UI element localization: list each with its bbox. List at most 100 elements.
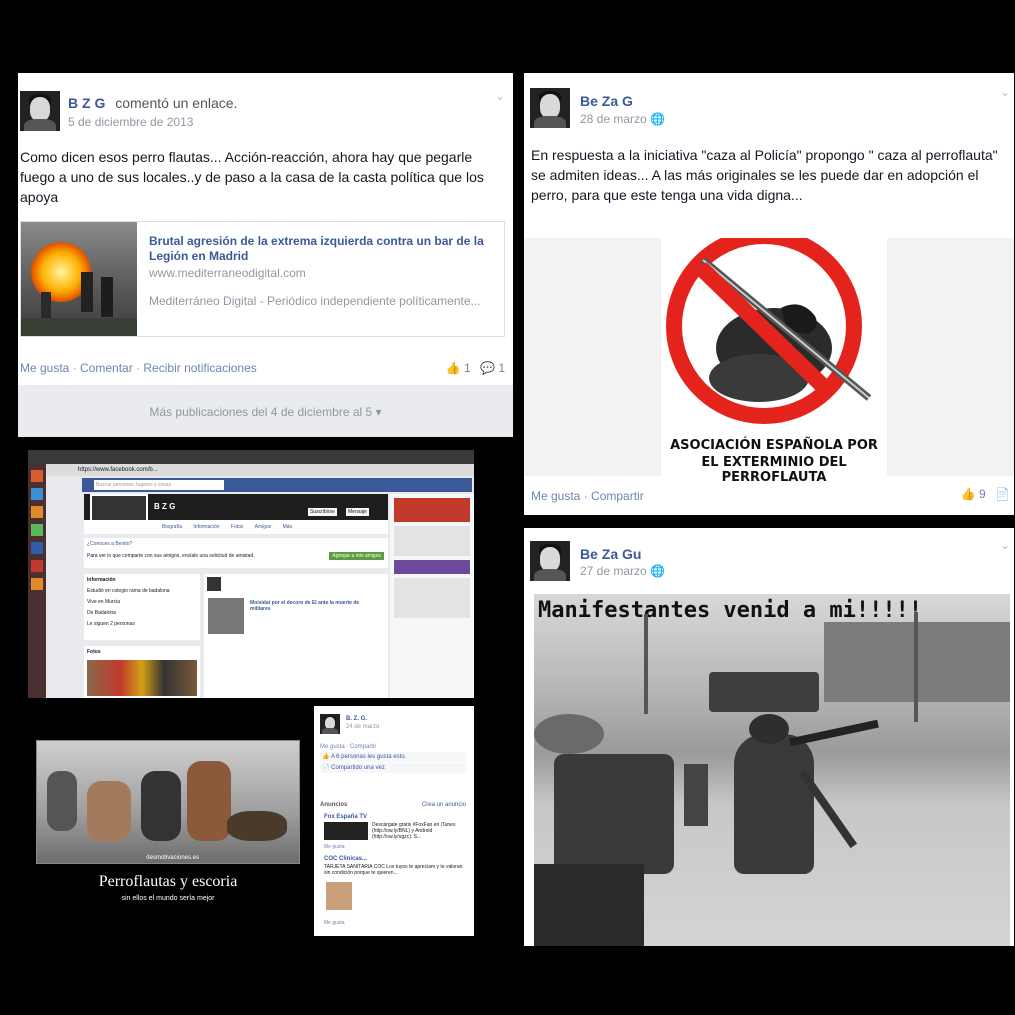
post-actions: Me gusta · Comentar · Recibir notificaci… [20, 361, 257, 375]
photos-box: Fotos [84, 646, 200, 698]
post-counts: 👍 9 📄 [961, 487, 1010, 501]
share-button[interactable]: Compartir [591, 489, 644, 503]
launcher-sidebar [28, 464, 46, 698]
browser-url-bar: https://www.facebook.com/b... [28, 464, 474, 476]
tab-biografia[interactable]: Biografía [162, 524, 182, 530]
shares-text: Compartido una vez [331, 765, 385, 771]
post-manifestantes: Be Za Gu 27 de marzo 🌐 ⌄ Manifestantes v… [524, 528, 1014, 946]
post-date[interactable]: 5 de diciembre de 2013 [68, 115, 193, 129]
author-name[interactable]: B. Z. G. [346, 716, 367, 722]
search-input[interactable]: Buscar personas, lugares y cosas [94, 480, 224, 490]
profile-name[interactable]: B Z G [154, 502, 175, 511]
profile-picture[interactable] [90, 494, 148, 522]
meme-subtitle: sin ellos el mundo sería mejor [121, 895, 215, 902]
photos-title: Fotos [87, 649, 101, 655]
tab-informacion[interactable]: Información [193, 524, 219, 530]
info-box: Información Estudió en colegio rama de b… [84, 574, 200, 640]
subscribe-button[interactable]: Suscribirse [308, 508, 337, 516]
likes-row[interactable]: 👍 A 6 personas les gusta esto. [320, 752, 466, 762]
ads-header: Anuncios Crea un anuncio [320, 802, 466, 808]
tab-mas[interactable]: Más [283, 524, 292, 530]
chevron-down-icon[interactable]: ⌄ [495, 89, 505, 103]
more-posts-bar[interactable]: Más publicaciones del 4 de diciembre al … [18, 385, 513, 437]
post-action: comentó un enlace. [115, 95, 238, 111]
like-button[interactable]: Me gusta [324, 920, 345, 926]
post-image[interactable]: Manifestantes venid a mi!!!!! [534, 594, 1010, 946]
post-counts: 👍 1 💬 1 [446, 361, 505, 375]
info-item: Estudió en colegio rama de badalona [87, 588, 170, 594]
profile-screenshot: https://www.facebook.com/b... Buscar per… [28, 450, 474, 698]
meme-watermark: desmotivaciones.es [146, 855, 199, 861]
post-date[interactable]: 24 de marzo [346, 724, 379, 730]
avatar[interactable] [20, 91, 60, 131]
ad-title[interactable]: COC Clinicas... [324, 856, 367, 862]
profile-tabs: Biografía Información Fotos Amigos Más [84, 520, 388, 534]
message-button[interactable]: Mensaje [346, 508, 369, 516]
tab-amigos[interactable]: Amigos [255, 524, 272, 530]
like-count[interactable]: 1 [464, 361, 471, 375]
likes-text: A 6 personas les gusta esto. [330, 754, 407, 760]
comment-button[interactable]: Comentar [80, 361, 133, 375]
post-actions[interactable]: Me gusta · Compartir [320, 744, 376, 750]
comment-icon: 💬 [480, 361, 495, 375]
like-button[interactable]: Me gusta [20, 361, 69, 375]
know-box: ¿Conoces a Benito? Para ver lo que compa… [84, 538, 388, 568]
post-date[interactable]: 28 de marzo [580, 112, 647, 126]
thumbs-up-icon: 👍 [322, 754, 330, 760]
like-button[interactable]: Me gusta [531, 489, 580, 503]
image-caption-1: ASOCIACIÓN ESPAÑOLA POR [670, 438, 878, 453]
post-meta: 28 de marzo 🌐 [580, 112, 665, 126]
tab-fotos[interactable]: Fotos [231, 524, 244, 530]
info-item: De Badalona [87, 610, 116, 616]
fb-top-bar: Buscar personas, lugares y cosas [82, 478, 472, 492]
author-name[interactable]: Be Za Gu [580, 546, 641, 562]
ad-title[interactable]: Fox España TV [324, 814, 367, 820]
avatar[interactable] [320, 714, 340, 734]
post-text: En respuesta a la iniciativa "caza al Po… [531, 147, 998, 203]
like-count[interactable]: 9 [979, 487, 986, 501]
author-name[interactable]: Be Za G [580, 93, 633, 109]
add-friend-button[interactable]: Agregar a mis amigos [329, 552, 384, 560]
thumbs-up-icon: 👍 [445, 361, 461, 375]
chevron-down-icon[interactable]: ⌄ [1000, 85, 1010, 99]
browser-tabs [28, 450, 474, 464]
thumbs-up-icon: 👍 [960, 487, 976, 501]
ad-text: TARJETA SANITARIA COC Los tuyos te aprec… [324, 864, 463, 876]
like-button[interactable]: Me gusta [324, 844, 345, 850]
share-screenshot: B. Z. G. 24 de marzo Me gusta · Comparti… [314, 706, 474, 936]
ad-image[interactable] [324, 822, 368, 840]
share-icon: 📄 [322, 765, 330, 771]
link-thumbnail [21, 222, 137, 336]
post-date[interactable]: 27 de marzo [580, 564, 647, 578]
chevron-down-icon[interactable]: ⌄ [1000, 538, 1010, 552]
ad-text: Descárgate gratis #FoxFan en iTunes (htt… [372, 822, 456, 840]
ad-image[interactable] [326, 882, 352, 910]
avatar[interactable] [530, 541, 570, 581]
timeline-post: Moisidat por el decoro de EI ante la mue… [204, 574, 388, 698]
author-name[interactable]: B Z G [68, 95, 105, 111]
post-image[interactable]: ASOCIACIÓN ESPAÑOLA POR EL EXTERMINIO DE… [524, 238, 1014, 485]
create-ad-link[interactable]: Crea un anuncio [422, 802, 466, 808]
more-posts-label: Más publicaciones del 4 de diciembre al … [149, 405, 373, 419]
link-title[interactable]: Brutal agresión de la extrema izquierda … [149, 234, 494, 264]
post-headline[interactable]: Moisidat por el decoro de EI ante la mue… [250, 600, 380, 612]
post-perroflauta: Be Za G 28 de marzo 🌐 ⌄ En respuesta a l… [524, 73, 1014, 515]
globe-icon: 🌐 [650, 564, 665, 578]
know-question: ¿Conoces a Benito? [87, 541, 133, 547]
post-actions: Me gusta · Compartir [531, 489, 644, 503]
notify-button[interactable]: Recibir notificaciones [143, 361, 256, 375]
globe-icon: 🌐 [650, 112, 665, 126]
comment-count[interactable]: 1 [498, 361, 505, 375]
image-caption-2: EL EXTERMINIO DEL PERROFLAUTA [701, 455, 847, 485]
link-preview[interactable]: Brutal agresión de la extrema izquierda … [20, 221, 505, 337]
meme-title: Perroflautas y escoria [98, 873, 238, 890]
avatar[interactable] [530, 88, 570, 128]
url-text[interactable]: https://www.facebook.com/b... [78, 467, 158, 473]
info-item: Vive en Murcia [87, 599, 120, 605]
right-sidebar [390, 494, 474, 698]
post-enlace: B Z G comentó un enlace. 5 de diciembre … [18, 73, 513, 437]
link-description: Mediterráneo Digital - Periódico indepen… [149, 294, 481, 308]
post-text: Como dicen esos perro flautas... Acción-… [20, 149, 484, 205]
shares-row[interactable]: 📄 Compartido una vez [320, 763, 466, 773]
info-item: Le siguen 2 personas [87, 621, 135, 627]
